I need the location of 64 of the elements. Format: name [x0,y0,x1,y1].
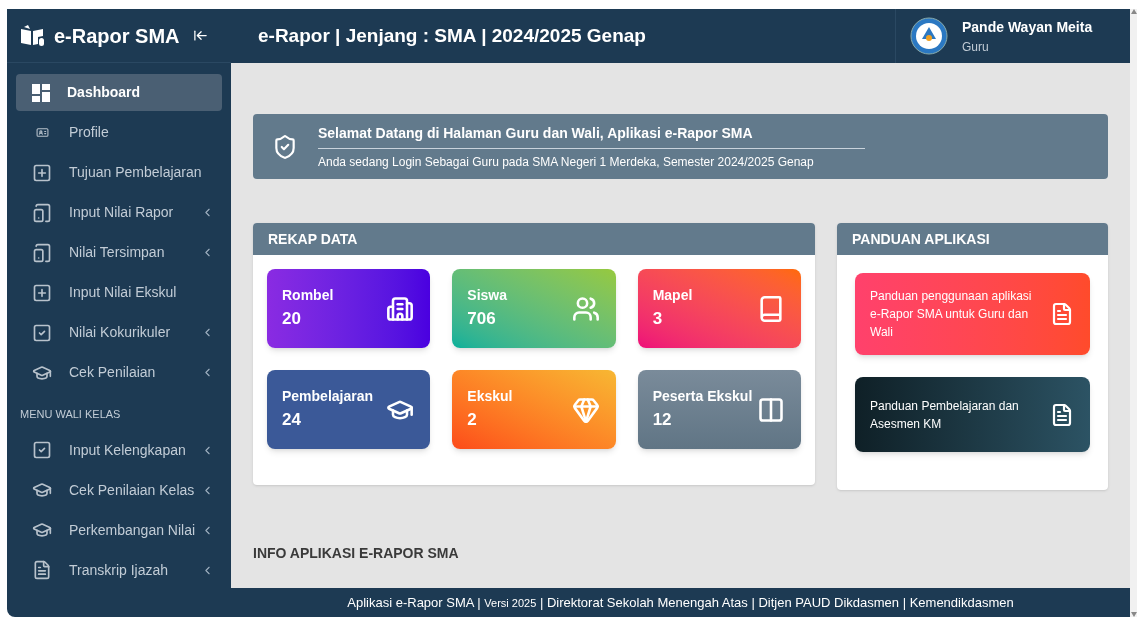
guide-link[interactable]: Panduan Pembelajaran dan Asesmen KM [855,377,1090,452]
panel-title: PANDUAN APLIKASI [837,223,1108,255]
stat-value: 24 [282,409,302,432]
stat-card[interactable]: Mapel 3 [637,269,801,348]
sidebar-item[interactable]: Tujuan Pembelajaran [16,154,222,191]
graduation-cap-icon [32,480,52,500]
scroll-down-icon[interactable] [1130,612,1137,617]
plus-square-icon [32,282,52,303]
stat-value: 706 [467,308,497,331]
tablet-icon [32,242,52,263]
user-name: Pande Wayan Meita [962,17,1093,37]
user-role: Guru [962,38,990,56]
document-icon [1050,402,1074,427]
brand-name: e-Rapor SMA [54,23,180,49]
stat-label: Rombel [282,286,334,306]
book-icon [757,294,785,323]
logo-icon [20,24,46,47]
checkbox-icon [32,440,52,460]
welcome-title: Selamat Datang di Halaman Guru dan Wali, Aplikasi e-Rapor SMA [318,122,865,149]
dashboard-icon [32,83,50,102]
sidebar-item[interactable]: Input Nilai Rapor [16,194,222,231]
stat-value: 2 [467,409,478,432]
stat-label: Pembelajaran [282,387,374,407]
panel-title: REKAP DATA [253,223,815,255]
sidebar-item[interactable]: Dashboard [16,74,222,111]
shield-check-icon [272,133,298,160]
stat-label: Peserta Ekskul [652,387,753,407]
document-icon [32,560,52,580]
stat-value: 20 [282,308,302,331]
stat-label: Siswa [467,286,508,306]
welcome-subtitle: Anda sedang Login Sebagai Guru pada SMA Negeri 1 Merdeka, Semester 2024/2025 Genap [318,153,815,171]
sidebar-item[interactable]: Cek Penilaian Kelas [16,471,222,509]
users-icon [571,294,600,323]
scroll-up-icon[interactable] [1130,9,1137,14]
collapse-icon[interactable] [193,28,208,43]
sidebar-item[interactable]: Cek Penilaian [16,354,222,391]
sidebar-item[interactable]: Perkembangan Nilai [16,511,222,549]
sidebar-item[interactable]: Nilai Kokurikuler [16,314,222,351]
stat-label: Mapel [652,286,693,306]
gem-icon [571,395,600,424]
avatar-emblem-icon [910,17,948,55]
sidebar-item[interactable]: Input Nilai Ekskul [16,274,222,311]
stat-value: 3 [652,308,664,331]
page-title: e-Rapor | Jenjang : SMA | 2024/2025 Genap [257,23,647,48]
info-heading: INFO APLIKASI E-RAPOR SMA [253,544,460,563]
sidebar-item[interactable]: Nilai Tersimpan [16,234,222,271]
sidebar-heading: MENU WALI KELAS [19,407,122,422]
sidebar-item[interactable]: Input Kelengkapan [16,431,222,469]
panel-icon [757,395,785,424]
stat-card[interactable]: Peserta Ekskul 12 [637,370,801,449]
sidebar-item[interactable]: Transkrip Ijazah [16,551,222,589]
graduation-cap-icon [32,520,52,540]
plus-square-icon [32,162,52,183]
sidebar-item[interactable]: Profile [16,114,222,151]
footer-text: Aplikasi e-Rapor SMA | Versi 2025 | Direktorat Sekolah Menengah Atas | Ditjen PAUD Dikdasmen | Kemendikdasmen [347,593,1014,612]
stat-card[interactable]: Pembelajaran 24 [267,370,431,449]
tablet-icon [32,202,52,223]
document-icon [1050,302,1074,326]
stat-label: Ekskul [467,387,513,407]
stat-card[interactable]: Rombel 20 [267,269,431,348]
id-card-icon [35,126,49,139]
building-icon [386,294,415,323]
stat-value: 12 [652,409,673,432]
checkbox-icon [32,322,52,343]
